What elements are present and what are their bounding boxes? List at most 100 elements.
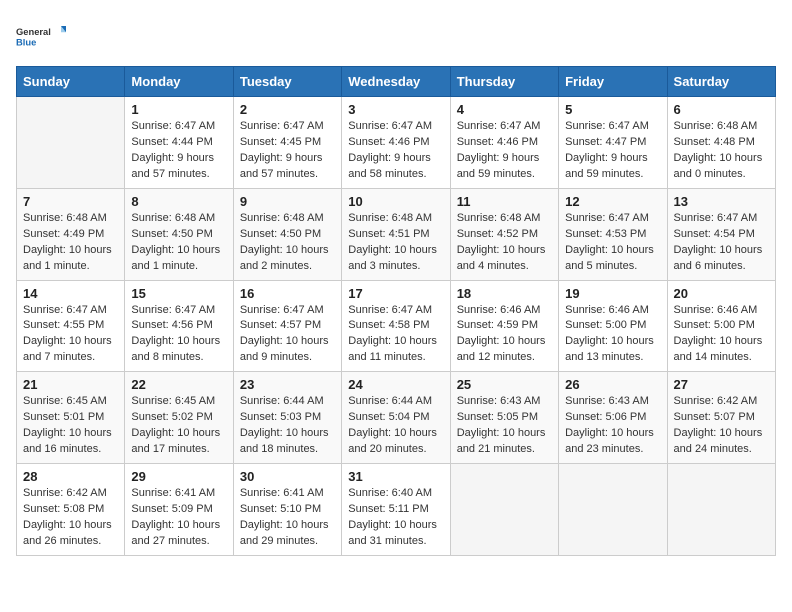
calendar-day-cell: 19Sunrise: 6:46 AM Sunset: 5:00 PM Dayli… xyxy=(559,280,667,372)
day-number: 30 xyxy=(240,469,335,484)
day-info: Sunrise: 6:40 AM Sunset: 5:11 PM Dayligh… xyxy=(348,486,443,550)
day-info: Sunrise: 6:48 AM Sunset: 4:49 PM Dayligh… xyxy=(23,211,118,275)
day-number: 24 xyxy=(348,377,443,392)
calendar-day-cell: 2 Sunrise: 6:47 AM Sunset: 4:45 PM Daylig… xyxy=(233,97,341,189)
calendar-day-cell: 4Sunrise: 6:47 AM Sunset: 4:46 PM Daylig… xyxy=(450,97,558,189)
calendar-day-cell: 22 Sunrise: 6:45 AM Sunset: 5:02 PM Dayli… xyxy=(125,372,233,464)
day-info: Sunrise: 6:44 AM Sunset: 5:04 PM Dayligh… xyxy=(348,394,443,458)
calendar-day-cell: 24 Sunrise: 6:44 AM Sunset: 5:04 PM Dayli… xyxy=(342,372,450,464)
day-number: 11 xyxy=(457,194,552,209)
day-info: Sunrise: 6:48 AM Sunset: 4:48 PM Dayligh… xyxy=(674,119,769,183)
calendar-table: SundayMondayTuesdayWednesdayThursdayFrid… xyxy=(16,66,776,556)
day-number: 3 xyxy=(348,102,443,117)
day-info: Sunrise: 6:48 AM Sunset: 4:51 PM Dayligh… xyxy=(348,211,443,275)
day-number: 1 xyxy=(131,102,226,117)
calendar-week-row: 14 Sunrise: 6:47 AM Sunset: 4:55 PM Dayli… xyxy=(17,280,776,372)
day-info: Sunrise: 6:45 AM Sunset: 5:02 PM Dayligh… xyxy=(131,394,226,458)
day-number: 4 xyxy=(457,102,552,117)
calendar-day-cell: 21 Sunrise: 6:45 AM Sunset: 5:01 PM Dayli… xyxy=(17,372,125,464)
day-info: Sunrise: 6:48 AM Sunset: 4:52 PM Dayligh… xyxy=(457,211,552,275)
weekday-header-cell: Thursday xyxy=(450,67,558,97)
day-number: 10 xyxy=(348,194,443,209)
day-number: 22 xyxy=(131,377,226,392)
day-number: 18 xyxy=(457,286,552,301)
calendar-day-cell: 23 Sunrise: 6:44 AM Sunset: 5:03 PM Dayli… xyxy=(233,372,341,464)
calendar-day-cell: 13Sunrise: 6:47 AM Sunset: 4:54 PM Dayli… xyxy=(667,188,775,280)
day-number: 20 xyxy=(674,286,769,301)
day-number: 23 xyxy=(240,377,335,392)
calendar-day-cell: 1 Sunrise: 6:47 AM Sunset: 4:44 PM Daylig… xyxy=(125,97,233,189)
calendar-day-cell: 20 Sunrise: 6:46 AM Sunset: 5:00 PM Dayli… xyxy=(667,280,775,372)
calendar-day-cell: 9Sunrise: 6:48 AM Sunset: 4:50 PM Daylig… xyxy=(233,188,341,280)
calendar-day-cell: 30 Sunrise: 6:41 AM Sunset: 5:10 PM Dayli… xyxy=(233,464,341,556)
day-info: Sunrise: 6:42 AM Sunset: 5:08 PM Dayligh… xyxy=(23,486,118,550)
day-info: Sunrise: 6:47 AM Sunset: 4:55 PM Dayligh… xyxy=(23,303,118,367)
day-number: 19 xyxy=(565,286,660,301)
calendar-day-cell: 29 Sunrise: 6:41 AM Sunset: 5:09 PM Dayli… xyxy=(125,464,233,556)
calendar-body: 1 Sunrise: 6:47 AM Sunset: 4:44 PM Daylig… xyxy=(17,97,776,556)
calendar-day-cell: 15 Sunrise: 6:47 AM Sunset: 4:56 PM Dayli… xyxy=(125,280,233,372)
day-info: Sunrise: 6:47 AM Sunset: 4:58 PM Dayligh… xyxy=(348,303,443,367)
calendar-day-cell xyxy=(17,97,125,189)
day-number: 5 xyxy=(565,102,660,117)
calendar-day-cell: 26 Sunrise: 6:43 AM Sunset: 5:06 PM Dayli… xyxy=(559,372,667,464)
calendar-day-cell: 25 Sunrise: 6:43 AM Sunset: 5:05 PM Dayli… xyxy=(450,372,558,464)
calendar-day-cell xyxy=(450,464,558,556)
day-number: 28 xyxy=(23,469,118,484)
weekday-header-cell: Tuesday xyxy=(233,67,341,97)
calendar-day-cell: 14 Sunrise: 6:47 AM Sunset: 4:55 PM Dayli… xyxy=(17,280,125,372)
calendar-day-cell: 7 Sunrise: 6:48 AM Sunset: 4:49 PM Daylig… xyxy=(17,188,125,280)
calendar-day-cell: 8 Sunrise: 6:48 AM Sunset: 4:50 PM Daylig… xyxy=(125,188,233,280)
day-number: 27 xyxy=(674,377,769,392)
svg-text:Blue: Blue xyxy=(16,37,36,47)
calendar-week-row: 28 Sunrise: 6:42 AM Sunset: 5:08 PM Dayli… xyxy=(17,464,776,556)
day-info: Sunrise: 6:47 AM Sunset: 4:56 PM Dayligh… xyxy=(131,303,226,367)
day-number: 21 xyxy=(23,377,118,392)
day-number: 2 xyxy=(240,102,335,117)
day-number: 14 xyxy=(23,286,118,301)
day-info: Sunrise: 6:48 AM Sunset: 4:50 PM Dayligh… xyxy=(240,211,335,275)
day-number: 29 xyxy=(131,469,226,484)
day-info: Sunrise: 6:48 AM Sunset: 4:50 PM Dayligh… xyxy=(131,211,226,275)
day-number: 17 xyxy=(348,286,443,301)
calendar-day-cell: 16 Sunrise: 6:47 AM Sunset: 4:57 PM Dayli… xyxy=(233,280,341,372)
day-number: 15 xyxy=(131,286,226,301)
day-info: Sunrise: 6:45 AM Sunset: 5:01 PM Dayligh… xyxy=(23,394,118,458)
day-info: Sunrise: 6:41 AM Sunset: 5:10 PM Dayligh… xyxy=(240,486,335,550)
calendar-day-cell: 12Sunrise: 6:47 AM Sunset: 4:53 PM Dayli… xyxy=(559,188,667,280)
day-info: Sunrise: 6:47 AM Sunset: 4:54 PM Dayligh… xyxy=(674,211,769,275)
day-number: 8 xyxy=(131,194,226,209)
day-number: 16 xyxy=(240,286,335,301)
weekday-header-cell: Monday xyxy=(125,67,233,97)
calendar-day-cell: 18Sunrise: 6:46 AM Sunset: 4:59 PM Dayli… xyxy=(450,280,558,372)
weekday-header-cell: Saturday xyxy=(667,67,775,97)
day-number: 26 xyxy=(565,377,660,392)
day-info: Sunrise: 6:47 AM Sunset: 4:46 PM Dayligh… xyxy=(348,119,443,183)
day-info: Sunrise: 6:43 AM Sunset: 5:06 PM Dayligh… xyxy=(565,394,660,458)
calendar-week-row: 7 Sunrise: 6:48 AM Sunset: 4:49 PM Daylig… xyxy=(17,188,776,280)
calendar-day-cell: 6 Sunrise: 6:48 AM Sunset: 4:48 PM Daylig… xyxy=(667,97,775,189)
day-info: Sunrise: 6:46 AM Sunset: 5:00 PM Dayligh… xyxy=(674,303,769,367)
day-info: Sunrise: 6:44 AM Sunset: 5:03 PM Dayligh… xyxy=(240,394,335,458)
calendar-day-cell: 27Sunrise: 6:42 AM Sunset: 5:07 PM Dayli… xyxy=(667,372,775,464)
day-info: Sunrise: 6:41 AM Sunset: 5:09 PM Dayligh… xyxy=(131,486,226,550)
calendar-day-cell: 17 Sunrise: 6:47 AM Sunset: 4:58 PM Dayli… xyxy=(342,280,450,372)
weekday-header-row: SundayMondayTuesdayWednesdayThursdayFrid… xyxy=(17,67,776,97)
day-info: Sunrise: 6:47 AM Sunset: 4:47 PM Dayligh… xyxy=(565,119,660,183)
calendar-week-row: 1 Sunrise: 6:47 AM Sunset: 4:44 PM Daylig… xyxy=(17,97,776,189)
day-number: 7 xyxy=(23,194,118,209)
weekday-header-cell: Sunday xyxy=(17,67,125,97)
day-info: Sunrise: 6:43 AM Sunset: 5:05 PM Dayligh… xyxy=(457,394,552,458)
day-number: 31 xyxy=(348,469,443,484)
svg-text:General: General xyxy=(16,27,51,37)
weekday-header-cell: Friday xyxy=(559,67,667,97)
calendar-day-cell: 11 Sunrise: 6:48 AM Sunset: 4:52 PM Dayli… xyxy=(450,188,558,280)
calendar-day-cell: 31 Sunrise: 6:40 AM Sunset: 5:11 PM Dayli… xyxy=(342,464,450,556)
day-info: Sunrise: 6:47 AM Sunset: 4:57 PM Dayligh… xyxy=(240,303,335,367)
day-number: 25 xyxy=(457,377,552,392)
calendar-day-cell xyxy=(559,464,667,556)
day-info: Sunrise: 6:47 AM Sunset: 4:44 PM Dayligh… xyxy=(131,119,226,183)
day-info: Sunrise: 6:47 AM Sunset: 4:45 PM Dayligh… xyxy=(240,119,335,183)
weekday-header-cell: Wednesday xyxy=(342,67,450,97)
day-number: 6 xyxy=(674,102,769,117)
